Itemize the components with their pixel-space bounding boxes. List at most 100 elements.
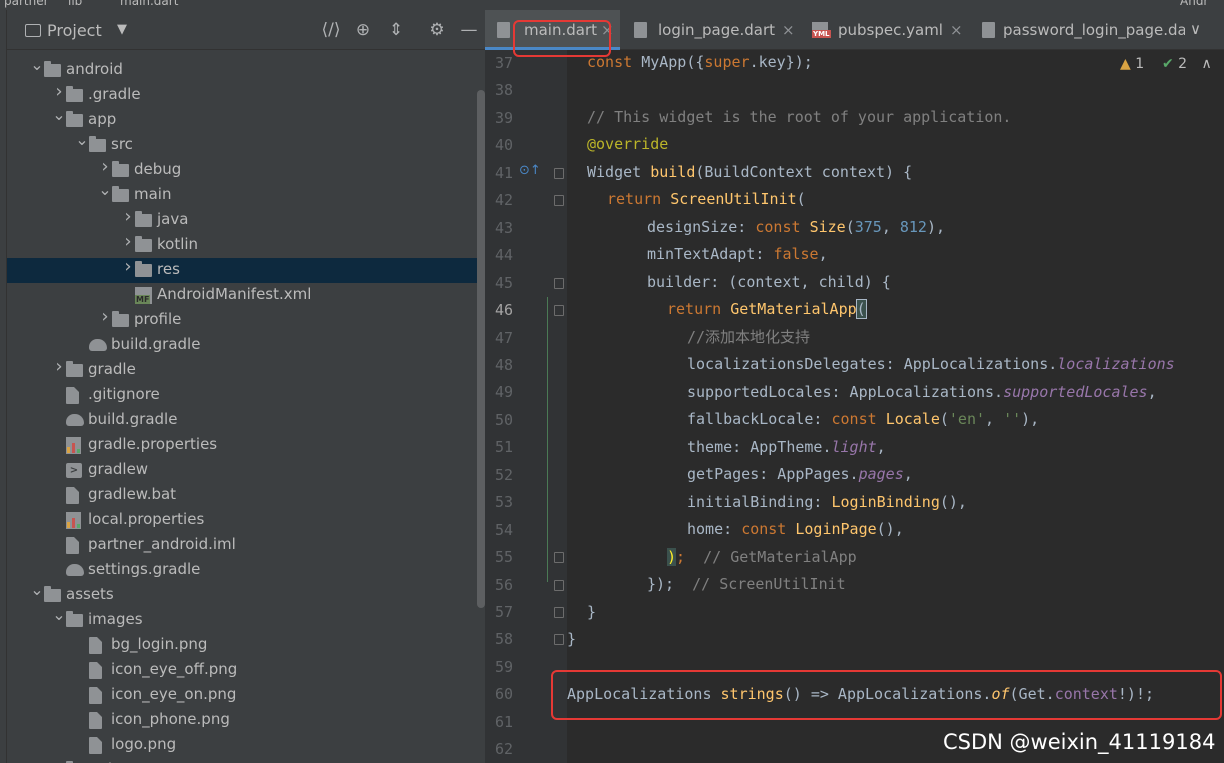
chevron-right-icon[interactable]: › — [52, 81, 66, 102]
project-folder-icon — [25, 24, 41, 37]
chevron-up-icon[interactable]: ∧ — [1202, 56, 1212, 72]
ok-count: 2 — [1178, 56, 1188, 72]
manifest-file-icon: MF — [135, 287, 152, 304]
breadcrumb-project[interactable]: partner — [4, 0, 49, 8]
check-icon: ✔ — [1161, 56, 1174, 72]
line-number: 59 — [494, 657, 513, 676]
tree-item[interactable]: build.gradle — [7, 408, 485, 433]
line-number: 40 — [494, 136, 513, 155]
chevron-down-icon[interactable]: ⌄ — [75, 130, 89, 149]
breadcrumb-lib[interactable]: lib — [68, 0, 82, 8]
tree-item[interactable]: build.gradle — [7, 333, 485, 358]
code-line-41: Widget build(BuildContext context) { — [587, 163, 913, 181]
tree-item[interactable]: › debug — [7, 156, 485, 183]
tree-item[interactable]: › kotlin — [7, 231, 485, 258]
code-collapse-icon[interactable]: ⟨/⟩ — [320, 20, 342, 40]
chevron-right-icon[interactable]: › — [121, 231, 135, 252]
tree-item[interactable]: ⌄ main — [7, 180, 485, 208]
gradle-elephant-icon — [66, 564, 84, 576]
tree-item[interactable]: › .gradle — [7, 81, 485, 108]
chevron-down-icon[interactable]: ∨ — [1190, 20, 1201, 38]
tree-item[interactable]: icon_phone.png — [7, 708, 485, 733]
tree-item[interactable]: icon_eye_on.png — [7, 683, 485, 708]
close-icon[interactable]: × — [782, 21, 795, 39]
fold-marker-icon[interactable] — [554, 607, 564, 618]
dart-file-icon — [497, 22, 510, 38]
chevron-right-icon[interactable]: › — [52, 356, 66, 377]
line-number: 46 — [494, 301, 513, 320]
chevron-right-icon[interactable]: › — [121, 256, 135, 277]
fold-marker-icon[interactable] — [554, 634, 564, 646]
tree-item[interactable]: gradlew.bat — [7, 483, 485, 508]
line-number: 42 — [494, 191, 513, 210]
tree-item[interactable]: › res — [7, 256, 485, 283]
tree-item[interactable]: bg_login.png — [7, 633, 485, 658]
project-title[interactable]: Project — [47, 21, 102, 40]
tab-login-page-dart[interactable]: login_page.dart × — [622, 10, 800, 50]
fold-marker-icon[interactable] — [554, 195, 564, 207]
code-line-40: @override — [587, 135, 669, 153]
folder-icon — [89, 136, 106, 152]
line-number: 38 — [494, 81, 513, 100]
code-line-55: ); // GetMaterialApp — [667, 548, 857, 566]
project-panel-header: Project ▼ ⟨/⟩ ⊕ ⇕ ⚙ — — [7, 10, 485, 50]
tree-item[interactable]: logo.png — [7, 733, 485, 758]
fold-marker-icon[interactable] — [554, 167, 564, 179]
tree-item[interactable]: gradle.properties — [7, 433, 485, 458]
tree-item[interactable]: › profile — [7, 306, 485, 333]
tree-item[interactable]: local.properties — [7, 508, 485, 533]
tab-password-login-page-dart[interactable]: password_login_page.da — [970, 10, 1185, 50]
inspection-widget[interactable]: ▲ 1 ✔ 2 ∧ — [1120, 56, 1212, 72]
fold-marker-icon[interactable] — [554, 552, 564, 564]
tree-item[interactable]: MF AndroidManifest.xml — [7, 283, 485, 308]
tree-item[interactable]: .gitignore — [7, 383, 485, 408]
chevron-down-icon[interactable]: ⌄ — [52, 755, 66, 763]
tree-item-label: profile — [134, 310, 182, 328]
override-marker-icon[interactable]: ⊙↑ — [519, 163, 541, 178]
tree-item[interactable]: › gradle — [7, 356, 485, 383]
tree-item[interactable]: icon_eye_off.png — [7, 658, 485, 683]
run-config-label[interactable]: Andr — [1180, 0, 1208, 8]
chevron-right-icon[interactable]: › — [98, 156, 112, 177]
tree-scrollbar[interactable] — [477, 90, 485, 608]
tree-item-label: .gradle — [88, 85, 141, 103]
chevron-right-icon[interactable]: › — [98, 306, 112, 327]
tree-item[interactable]: partner_android.iml — [7, 533, 485, 558]
tree-item[interactable]: ⌄ android — [7, 55, 485, 83]
breadcrumb-file[interactable]: main.dart — [120, 0, 178, 8]
target-icon[interactable]: ⊕ — [352, 20, 374, 40]
tree-item[interactable]: settings.gradle — [7, 558, 485, 583]
chevron-down-icon[interactable]: ⌄ — [52, 605, 66, 624]
file-icon — [89, 687, 102, 704]
fold-marker-icon[interactable] — [554, 277, 564, 289]
dart-file-icon — [634, 22, 647, 38]
gear-icon[interactable]: ⚙ — [426, 20, 448, 40]
chevron-down-icon[interactable]: ⌄ — [30, 55, 44, 74]
code-line-44: minTextAdapt: false, — [647, 245, 828, 263]
chevron-right-icon[interactable]: › — [121, 206, 135, 227]
tree-item[interactable]: ⌄strings — [7, 755, 485, 763]
file-icon — [89, 712, 102, 729]
collapse-all-icon[interactable]: ⇕ — [385, 20, 407, 40]
tree-item[interactable]: › java — [7, 206, 485, 233]
chevron-down-icon[interactable]: ▼ — [117, 22, 127, 37]
tree-item[interactable]: ⌄ assets — [7, 580, 485, 608]
tab-pubspec-yaml[interactable]: YML pubspec.yaml × — [800, 10, 970, 50]
minimize-icon[interactable]: — — [458, 20, 480, 40]
code-area[interactable]: const MyApp({super.key}); // This widget… — [567, 50, 1224, 763]
fold-marker-icon[interactable] — [554, 305, 564, 317]
tree-item[interactable]: ⌄ src — [7, 130, 485, 158]
fold-marker-icon[interactable] — [554, 579, 564, 591]
chevron-down-icon[interactable]: ⌄ — [52, 105, 66, 124]
tree-item[interactable]: ⌄ images — [7, 605, 485, 633]
tree-item[interactable]: > gradlew — [7, 458, 485, 483]
chevron-down-icon[interactable]: ⌄ — [30, 580, 44, 599]
highlight-box-main-tab — [513, 20, 611, 57]
line-number: 52 — [494, 465, 513, 484]
close-icon[interactable]: × — [950, 21, 963, 39]
tab-label: login_page.dart — [658, 21, 776, 39]
code-editor: main.dart × login_page.dart × YML pubspe… — [485, 10, 1224, 763]
code-line-58: } — [567, 630, 577, 648]
line-number: 58 — [494, 630, 513, 649]
chevron-down-icon[interactable]: ⌄ — [98, 180, 112, 199]
